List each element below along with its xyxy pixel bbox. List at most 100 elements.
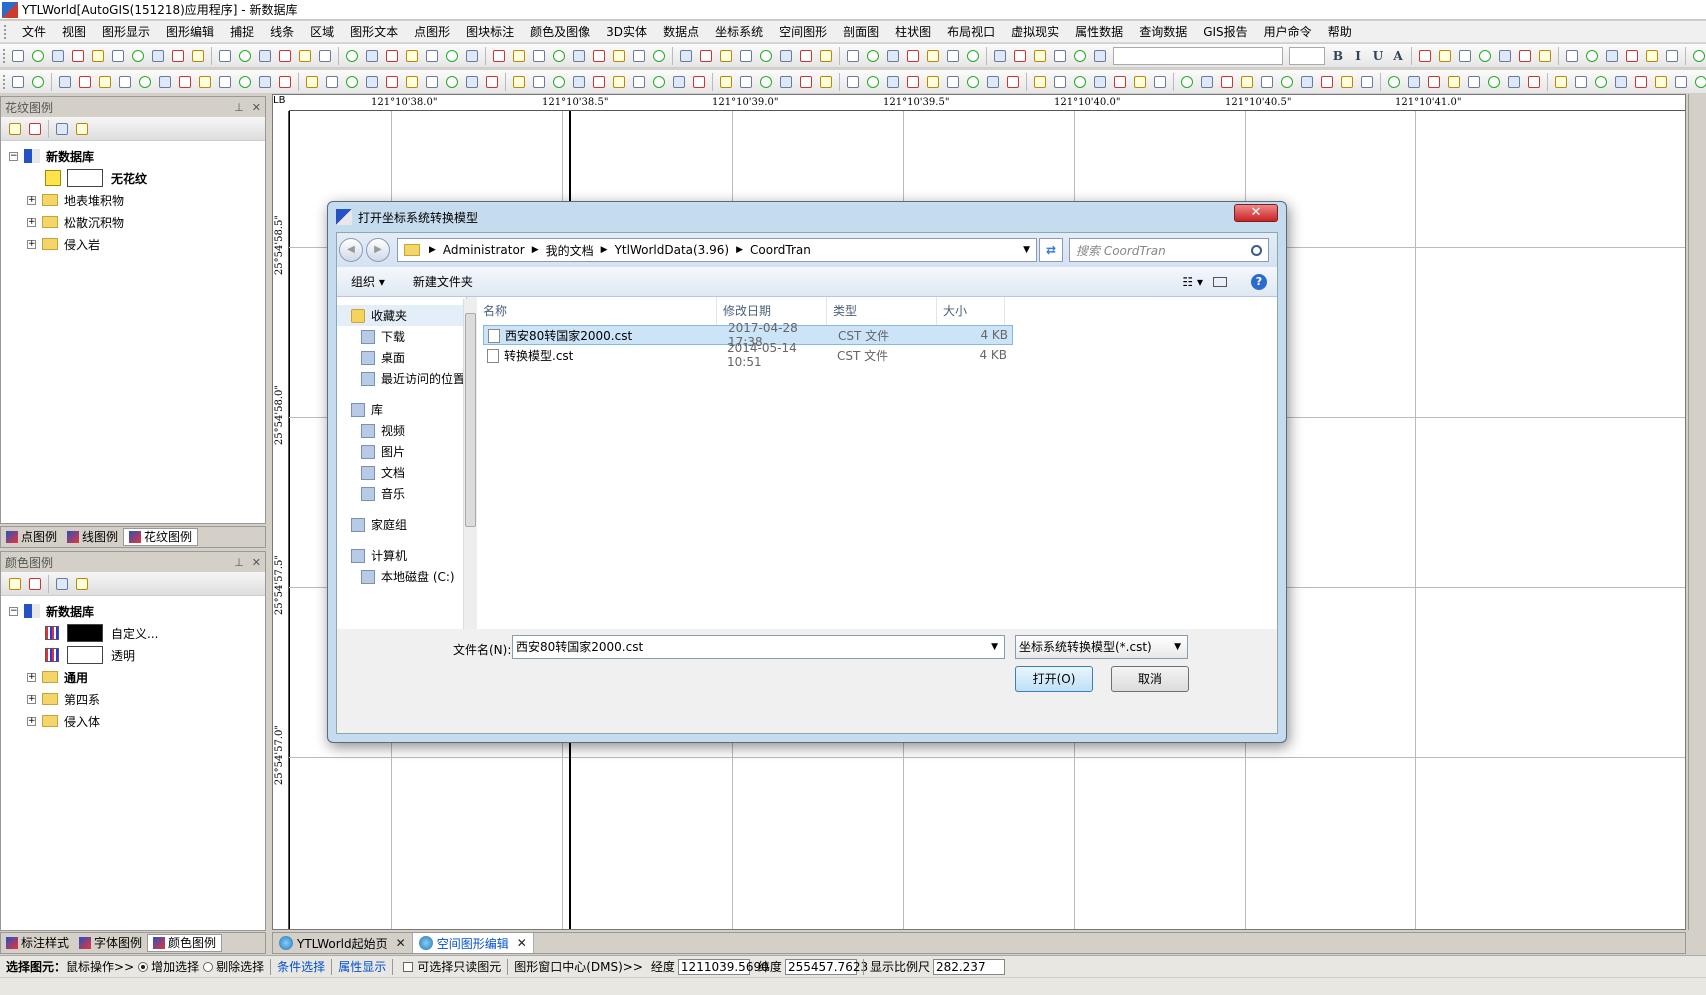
condition-select-link[interactable]: 条件选择	[277, 958, 325, 975]
tool-icon[interactable]	[89, 47, 107, 65]
tool-icon[interactable]	[884, 47, 902, 65]
tool-icon[interactable]	[9, 47, 27, 65]
tool-icon[interactable]	[1592, 73, 1610, 91]
tool-icon[interactable]	[1298, 73, 1316, 91]
attr-display-link[interactable]: 属性显示	[338, 958, 386, 975]
tool-icon[interactable]	[570, 73, 588, 91]
tool-icon[interactable]	[1476, 47, 1494, 65]
tool-icon[interactable]	[630, 73, 648, 91]
nav-item[interactable]: 最近访问的位置	[337, 368, 466, 389]
tool-icon[interactable]	[964, 47, 982, 65]
tool-icon[interactable]	[1632, 73, 1650, 91]
font-combo[interactable]	[1113, 46, 1283, 65]
tree-root[interactable]: − 新数据库	[9, 600, 257, 622]
tool-icon[interactable]	[924, 73, 942, 91]
folder-icon[interactable]	[73, 575, 91, 593]
forward-button[interactable]: ▶	[366, 238, 390, 262]
tool-icon[interactable]	[530, 73, 548, 91]
tool-icon[interactable]	[1004, 73, 1022, 91]
tool-icon[interactable]	[944, 73, 962, 91]
add-select-label[interactable]: 增加选择	[151, 958, 199, 975]
back-button[interactable]: ◀	[339, 238, 363, 262]
tool-icon[interactable]	[797, 73, 815, 91]
tool-icon[interactable]	[964, 73, 982, 91]
tool-icon[interactable]	[1525, 73, 1543, 91]
tool-icon[interactable]	[423, 47, 441, 65]
panel-tab-2[interactable]: 颜色图例	[147, 934, 223, 952]
menu-item-23[interactable]: 帮助	[1320, 21, 1360, 43]
tool-icon[interactable]	[1425, 73, 1443, 91]
tool-icon[interactable]	[136, 73, 154, 91]
menu-item-19[interactable]: 属性数据	[1067, 21, 1131, 43]
close-icon[interactable]: ✕	[396, 936, 406, 950]
menu-item-8[interactable]: 点图形	[406, 21, 458, 43]
tool-icon[interactable]	[323, 73, 341, 91]
tool-icon[interactable]	[1445, 73, 1463, 91]
tool-icon[interactable]	[463, 73, 481, 91]
tool-icon[interactable]	[1536, 47, 1554, 65]
tree-item[interactable]: 自定义...	[9, 622, 257, 644]
tool-icon[interactable]	[984, 73, 1002, 91]
tool-icon[interactable]	[296, 47, 314, 65]
tool-icon[interactable]	[363, 73, 381, 91]
file-type-select[interactable]: 坐标系统转换模型(*.cst) ▼	[1015, 635, 1188, 659]
nav-item[interactable]: 图片	[337, 441, 466, 462]
expand-icon[interactable]: +	[27, 716, 36, 726]
tool-icon[interactable]	[904, 73, 922, 91]
menu-item-11[interactable]: 3D实体	[598, 21, 655, 43]
nav-item[interactable]: 下载	[337, 326, 466, 347]
tool-icon[interactable]	[1051, 47, 1069, 65]
search-input[interactable]: 搜索 CoordTran	[1069, 238, 1269, 262]
menu-item-10[interactable]: 颜色及图像	[522, 21, 598, 43]
nav-scrollbar[interactable]	[463, 299, 477, 629]
tool-icon[interactable]	[129, 47, 147, 65]
tool-icon[interactable]	[757, 73, 775, 91]
tool-icon[interactable]	[1672, 73, 1690, 91]
tool-icon[interactable]	[650, 47, 668, 65]
tool-icon[interactable]	[1603, 47, 1621, 65]
file-row[interactable]: 转换模型.cst 2014-05-14 10:51 CST 文件 4 KB	[483, 341, 1013, 369]
tool-icon[interactable]	[363, 47, 381, 65]
panel-tab-1[interactable]: 线图例	[62, 528, 123, 546]
scrollbar-thumb[interactable]	[465, 313, 476, 527]
scale-field[interactable]: 282.237	[932, 958, 1005, 975]
menu-item-9[interactable]: 图块标注	[458, 21, 522, 43]
tool-icon[interactable]	[189, 47, 207, 65]
menu-item-1[interactable]: 视图	[54, 21, 94, 43]
menu-item-0[interactable]: 文件	[14, 21, 54, 43]
doc-tab-0[interactable]: YTLWorld起始页 ✕	[273, 933, 413, 953]
add-color-icon[interactable]	[6, 575, 24, 593]
menu-item-12[interactable]: 数据点	[655, 21, 707, 43]
tool-icon[interactable]	[383, 47, 401, 65]
menu-item-7[interactable]: 图形文本	[342, 21, 406, 43]
tool-icon[interactable]	[590, 73, 608, 91]
tool-icon[interactable]	[924, 47, 942, 65]
tool-icon[interactable]	[904, 47, 922, 65]
tool-icon[interactable]	[169, 47, 187, 65]
tool-icon[interactable]	[216, 47, 234, 65]
chevron-down-icon[interactable]: ▼	[1174, 636, 1181, 658]
close-icon[interactable]: ✕	[252, 556, 261, 569]
tree-item[interactable]: + 地表堆积物	[9, 189, 257, 211]
remove-select-label[interactable]: 剔除选择	[216, 958, 264, 975]
tool-icon[interactable]	[1623, 47, 1641, 65]
tool-icon[interactable]	[864, 73, 882, 91]
tool-icon[interactable]	[216, 73, 234, 91]
search-icon[interactable]	[1251, 244, 1262, 256]
tool-icon[interactable]	[777, 73, 795, 91]
tool-icon[interactable]	[196, 73, 214, 91]
tool-icon[interactable]	[1416, 47, 1434, 65]
tool-icon[interactable]	[777, 47, 795, 65]
tool-icon[interactable]	[1258, 73, 1276, 91]
tool-icon[interactable]	[1465, 73, 1483, 91]
tool-icon[interactable]	[9, 73, 27, 91]
tool-icon[interactable]	[29, 47, 47, 65]
tool-icon[interactable]	[1692, 73, 1706, 91]
menu-item-22[interactable]: 用户命令	[1256, 21, 1320, 43]
tool-icon[interactable]	[116, 73, 134, 91]
text-style-icon[interactable]: B	[1329, 47, 1347, 65]
panel-tab-0[interactable]: 标注样式	[1, 934, 74, 952]
expand-icon[interactable]: +	[27, 239, 36, 249]
tool-icon[interactable]	[550, 47, 568, 65]
toolbar-grip[interactable]	[3, 74, 5, 89]
